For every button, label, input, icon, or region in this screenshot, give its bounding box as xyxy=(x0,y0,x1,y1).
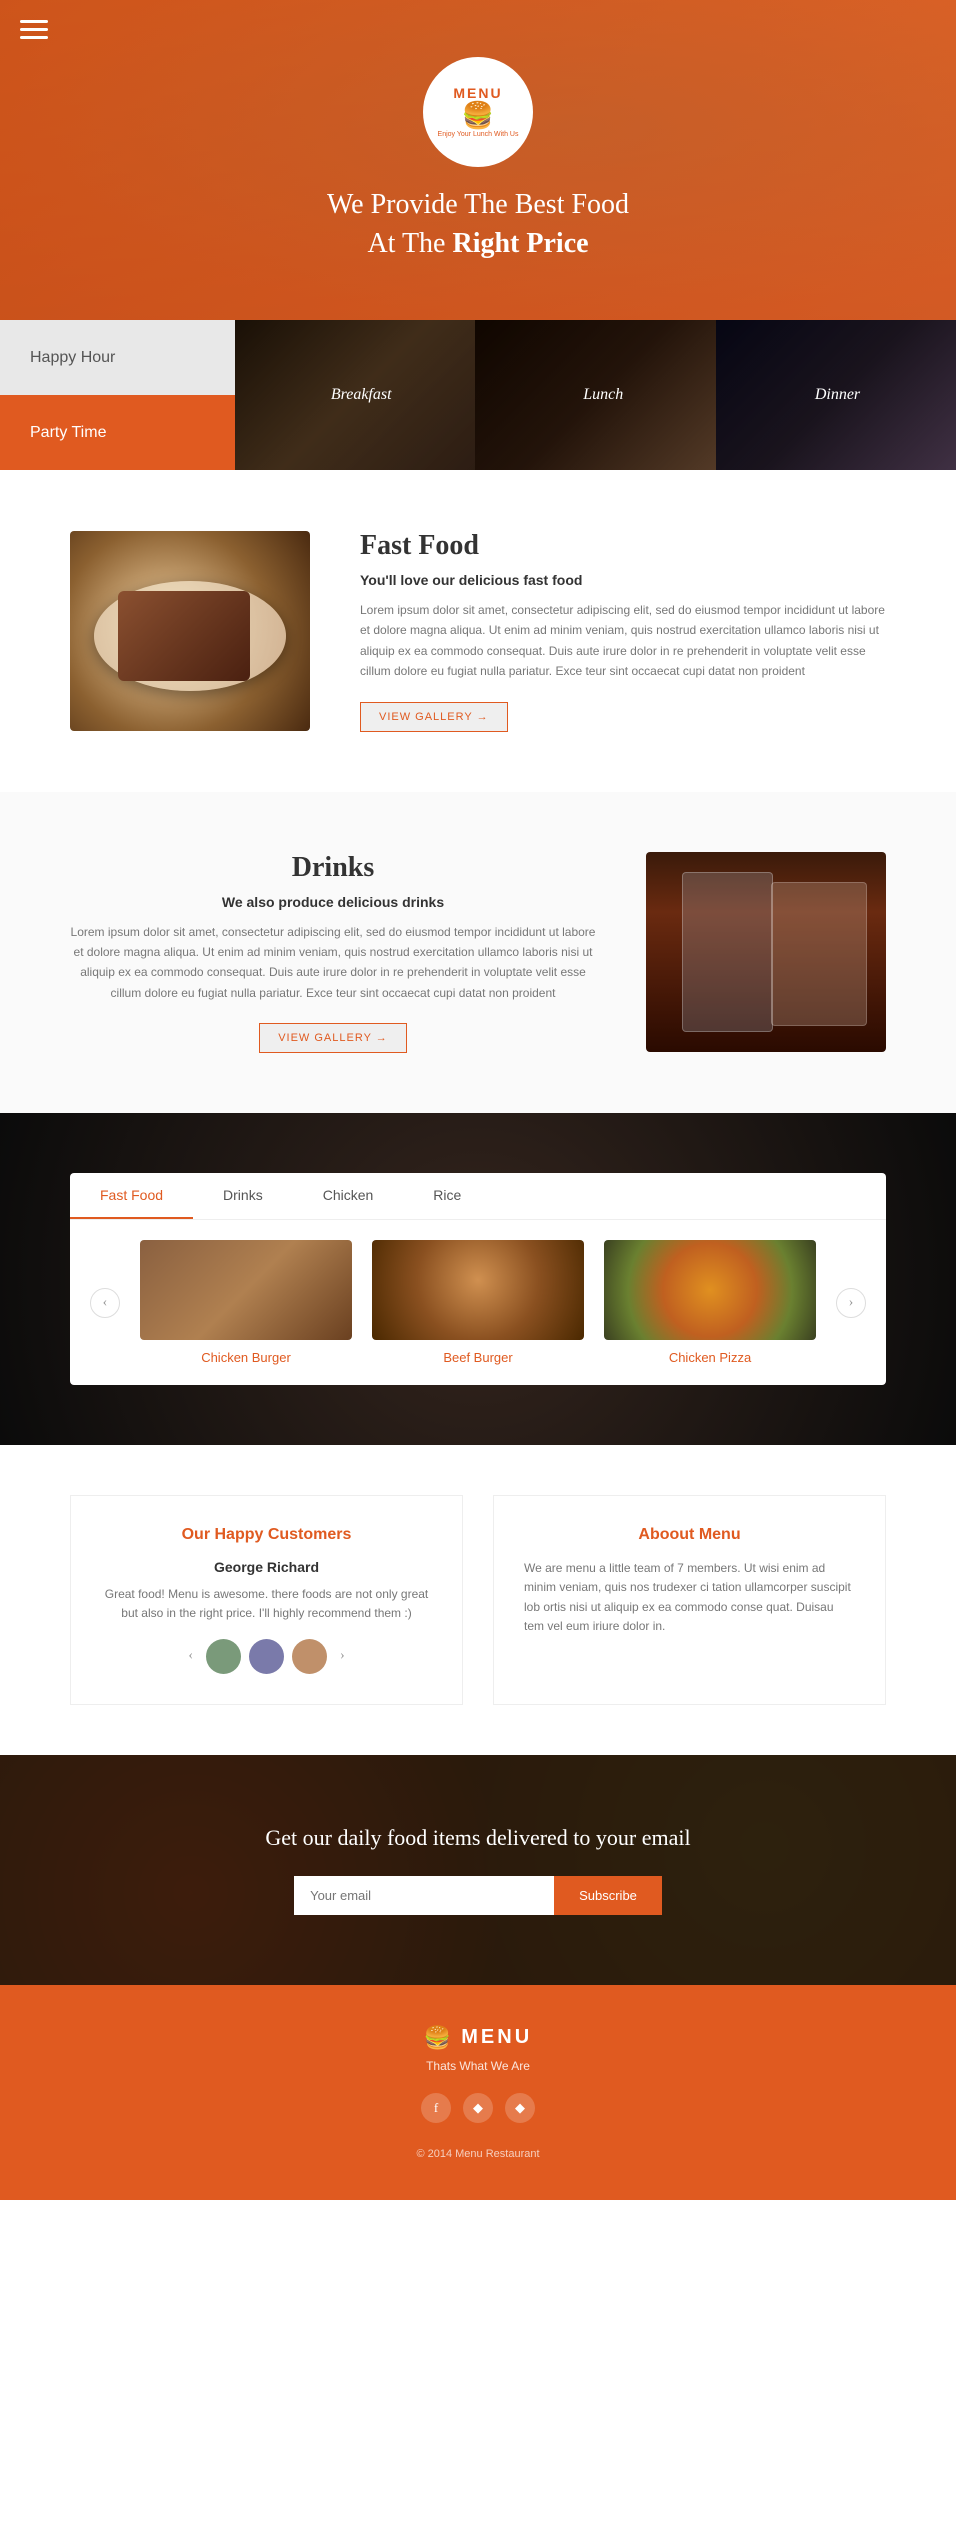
chicken-pizza-label: Chicken Pizza xyxy=(604,1350,816,1365)
beef-burger-image xyxy=(372,1240,584,1340)
nav-tab-happy-hour[interactable]: Happy Hour xyxy=(0,320,235,395)
testimonial-next-btn[interactable]: › xyxy=(335,1648,350,1664)
chicken-burger-image xyxy=(140,1240,352,1340)
email-content: Get our daily food items delivered to yo… xyxy=(70,1825,886,1915)
footer-logo-text: MENU xyxy=(461,2026,532,2049)
logo-title: MENU xyxy=(453,85,502,101)
menu-tab-chicken[interactable]: Chicken xyxy=(293,1173,404,1219)
menu-tab-drinks[interactable]: Drinks xyxy=(193,1173,293,1219)
facebook-icon[interactable]: f xyxy=(421,2093,451,2123)
subscribe-btn[interactable]: Subscribe xyxy=(554,1876,662,1915)
drinks-gallery-btn[interactable]: VIEW GALLERY xyxy=(259,1023,407,1053)
email-headline: Get our daily food items delivered to yo… xyxy=(70,1825,886,1851)
footer-copyright: © 2014 Menu Restaurant xyxy=(70,2148,886,2160)
avatar-3 xyxy=(292,1639,327,1674)
footer-burger-icon: 🍔 xyxy=(424,2025,451,2051)
nav-left: Happy Hour Party Time xyxy=(0,320,235,470)
email-form: Subscribe xyxy=(70,1876,886,1915)
avatar-row: ‹ › xyxy=(101,1639,432,1674)
fast-food-image xyxy=(70,531,310,731)
nav-tab-dinner[interactable]: Dinner xyxy=(815,386,860,404)
menu-item-beef-burger: Beef Burger xyxy=(372,1240,584,1365)
fast-food-section: Fast Food You'll love our delicious fast… xyxy=(0,470,956,792)
social-diamond-icon[interactable]: ◆ xyxy=(463,2093,493,2123)
chicken-burger-label: Chicken Burger xyxy=(140,1350,352,1365)
menu-item-chicken-burger: Chicken Burger xyxy=(140,1240,352,1365)
avatar-1 xyxy=(206,1639,241,1674)
menu-tab-header: Fast Food Drinks Chicken Rice xyxy=(70,1173,886,1220)
hero-text: We Provide The Best Food At The Right Pr… xyxy=(327,185,629,263)
logo-burger-icon: 🍔 xyxy=(462,101,494,131)
about-title: Aboout Menu xyxy=(524,1526,855,1544)
drinks-section: Drinks We also produce delicious drinks … xyxy=(0,792,956,1114)
about-box: Aboout Menu We are menu a little team of… xyxy=(493,1495,886,1704)
carousel-next-btn[interactable]: › xyxy=(836,1288,866,1318)
fast-food-title: Fast Food xyxy=(360,530,886,562)
logo-circle: MENU 🍔 Enjoy Your Lunch With Us xyxy=(423,57,533,167)
beef-burger-label: Beef Burger xyxy=(372,1350,584,1365)
carousel-prev-btn[interactable]: ‹ xyxy=(90,1288,120,1318)
nav-right: Breakfast Lunch Dinner xyxy=(235,320,956,470)
fast-food-description: Lorem ipsum dolor sit amet, consectetur … xyxy=(360,600,886,682)
logo-tagline: Enjoy Your Lunch With Us xyxy=(438,131,519,138)
fast-food-gallery-btn[interactable]: VIEW GALLERY xyxy=(360,702,508,732)
menu-items-row: ‹ Chicken Burger Beef Burger Chicken Piz… xyxy=(70,1220,886,1385)
social-diamond2-icon[interactable]: ◆ xyxy=(505,2093,535,2123)
about-text: We are menu a little team of 7 members. … xyxy=(524,1559,855,1636)
menu-tab-fast-food[interactable]: Fast Food xyxy=(70,1173,193,1219)
avatar-2 xyxy=(249,1639,284,1674)
nav-tab-party-time[interactable]: Party Time xyxy=(0,395,235,470)
social-icons: f ◆ ◆ xyxy=(70,2093,886,2123)
fast-food-subtitle: You'll love our delicious fast food xyxy=(360,572,886,588)
email-section: Get our daily food items delivered to yo… xyxy=(0,1755,956,1985)
hero-headline: We Provide The Best Food At The Right Pr… xyxy=(327,185,629,263)
drinks-content: Drinks We also produce delicious drinks … xyxy=(70,852,596,1054)
review-text: Great food! Menu is awesome. there foods… xyxy=(101,1585,432,1623)
drinks-description: Lorem ipsum dolor sit amet, consectetur … xyxy=(70,922,596,1004)
drinks-subtitle: We also produce delicious drinks xyxy=(70,894,596,910)
email-input[interactable] xyxy=(294,1876,554,1915)
nav-tab-lunch[interactable]: Lunch xyxy=(583,386,623,404)
footer-logo: 🍔 MENU xyxy=(70,2025,886,2051)
drinks-title: Drinks xyxy=(70,852,596,884)
hamburger-menu[interactable] xyxy=(20,20,48,39)
testimonial-box: Our Happy Customers George Richard Great… xyxy=(70,1495,463,1704)
menu-tabs-container: Fast Food Drinks Chicken Rice ‹ Chicken … xyxy=(70,1173,886,1385)
hero-section: MENU 🍔 Enjoy Your Lunch With Us We Provi… xyxy=(0,0,956,320)
testimonial-prev-btn[interactable]: ‹ xyxy=(183,1648,198,1664)
footer-tagline: Thats What We Are xyxy=(70,2059,886,2073)
testimonial-title: Our Happy Customers xyxy=(101,1526,432,1544)
chicken-pizza-image xyxy=(604,1240,816,1340)
fast-food-content: Fast Food You'll love our delicious fast… xyxy=(360,530,886,732)
reviewer-name: George Richard xyxy=(101,1559,432,1575)
info-section: Our Happy Customers George Richard Great… xyxy=(0,1445,956,1754)
menu-tab-rice[interactable]: Rice xyxy=(403,1173,491,1219)
nav-tabs: Happy Hour Party Time Breakfast Lunch Di… xyxy=(0,320,956,470)
footer: 🍔 MENU Thats What We Are f ◆ ◆ © 2014 Me… xyxy=(0,1985,956,2200)
drinks-image xyxy=(646,852,886,1052)
menu-dark-section: Fast Food Drinks Chicken Rice ‹ Chicken … xyxy=(0,1113,956,1445)
nav-tab-breakfast[interactable]: Breakfast xyxy=(331,386,392,404)
menu-item-chicken-pizza: Chicken Pizza xyxy=(604,1240,816,1365)
